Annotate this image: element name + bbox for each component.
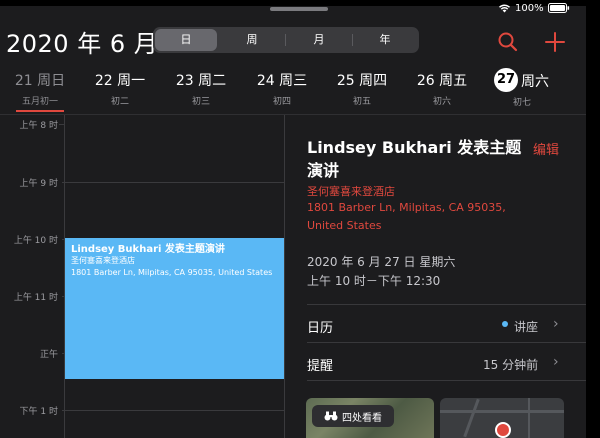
selected-day-weekday[interactable]: 周六 [521, 71, 549, 91]
chevron-right-icon: › [553, 316, 559, 332]
multitask-handle[interactable] [270, 7, 328, 11]
hour-gridline [62, 182, 284, 183]
detail-separator [307, 342, 586, 343]
map-road [528, 398, 530, 438]
week-day-label: 26 周五 [416, 73, 468, 89]
week-day-label: 23 周二 [175, 73, 227, 89]
detail-separator [307, 380, 586, 381]
today-week-underline [16, 110, 64, 112]
event-title: Lindsey Bukhari 发表主题演讲 [71, 244, 225, 255]
map-road [463, 398, 480, 438]
segment-year[interactable]: 年 [353, 27, 417, 53]
map-road [440, 410, 564, 413]
week-day-lunar: 初二 [110, 97, 129, 107]
detail-location[interactable]: 圣何塞喜来登酒店 [307, 183, 395, 199]
week-day[interactable]: 22 周一 初二 [82, 72, 158, 107]
hour-label: 上午 10 时 [13, 236, 58, 246]
detail-address[interactable]: 1801 Barber Ln, Milpitas, CA 95035, Unit… [307, 199, 537, 235]
selected-day-number[interactable]: 27 [494, 68, 518, 92]
week-day-label: 21 周日 [14, 73, 66, 89]
detail-date: 2020 年 6 月 27 日 星期六 [307, 255, 456, 269]
week-day-lunar: 初六 [432, 97, 451, 107]
segment-week[interactable]: 周 [219, 27, 285, 53]
view-segmented-control: 日 周 月 年 [153, 27, 419, 53]
segment-month[interactable]: 月 [286, 27, 352, 53]
chevron-right-icon: › [553, 354, 559, 370]
event-block[interactable]: Lindsey Bukhari 发表主题演讲 圣何塞喜来登酒店 1801 Bar… [65, 238, 284, 379]
week-day[interactable]: 21 周日 五月初一 [2, 72, 78, 107]
alert-row-label[interactable]: 提醒 [307, 355, 333, 374]
alert-row-value[interactable]: 15 分钟前 [483, 356, 538, 373]
calendar-row-value[interactable]: 讲座 [514, 318, 538, 335]
wifi-icon [498, 3, 511, 13]
week-day-lunar: 五月初一 [21, 97, 58, 107]
hour-label: 正午 [39, 350, 58, 360]
week-day[interactable]: 25 周四 初五 [324, 72, 400, 107]
month-title: 2020 年 6 月 [6, 30, 159, 58]
hour-tick [59, 124, 64, 125]
hour-label: 上午 8 时 [19, 121, 58, 131]
hour-label: 下午 1 时 [19, 407, 58, 417]
plus-icon [545, 32, 565, 52]
selected-day-lunar: 初七 [513, 98, 532, 108]
event-address: 1801 Barber Ln, Milpitas, CA 95035, Unit… [71, 268, 273, 277]
week-day-label: 24 周三 [256, 73, 308, 89]
week-day-lunar: 初四 [272, 97, 291, 107]
edit-button[interactable]: 编辑 [533, 139, 559, 158]
detail-time: 上午 10 时－下午 12:30 [307, 274, 441, 288]
search-icon [498, 32, 518, 52]
calendar-row-label[interactable]: 日历 [307, 317, 333, 336]
hour-label: 上午 11 时 [13, 293, 58, 303]
week-day-label: 25 周四 [336, 73, 388, 89]
binoculars-icon [324, 411, 338, 421]
battery-icon [547, 3, 570, 13]
device-frame-right [586, 0, 600, 438]
calendar-color-dot [502, 321, 508, 327]
week-day[interactable]: 26 周五 初六 [404, 72, 480, 107]
hour-label: 上午 9 时 [19, 179, 58, 189]
add-event-button[interactable] [543, 30, 567, 54]
week-day-lunar: 初五 [352, 97, 371, 107]
detail-separator [307, 304, 586, 305]
week-day[interactable]: 23 周二 初三 [163, 72, 239, 107]
detail-title: Lindsey Bukhari 发表主题演讲 [307, 138, 522, 180]
search-button[interactable] [496, 30, 520, 54]
map-pin-icon [495, 422, 511, 438]
battery-percent: 100% [515, 2, 544, 14]
hour-gridline [62, 410, 284, 411]
event-location: 圣何塞喜来登酒店 [71, 256, 135, 265]
week-day-lunar: 初三 [191, 97, 210, 107]
status-bar: 100% [498, 1, 570, 15]
segment-day[interactable]: 日 [155, 29, 217, 51]
week-day[interactable]: 24 周三 初四 [244, 72, 320, 107]
look-around-button[interactable]: 四处看看 [312, 405, 394, 427]
look-around-label: 四处看看 [342, 412, 382, 424]
week-day-label: 22 周一 [94, 73, 146, 89]
